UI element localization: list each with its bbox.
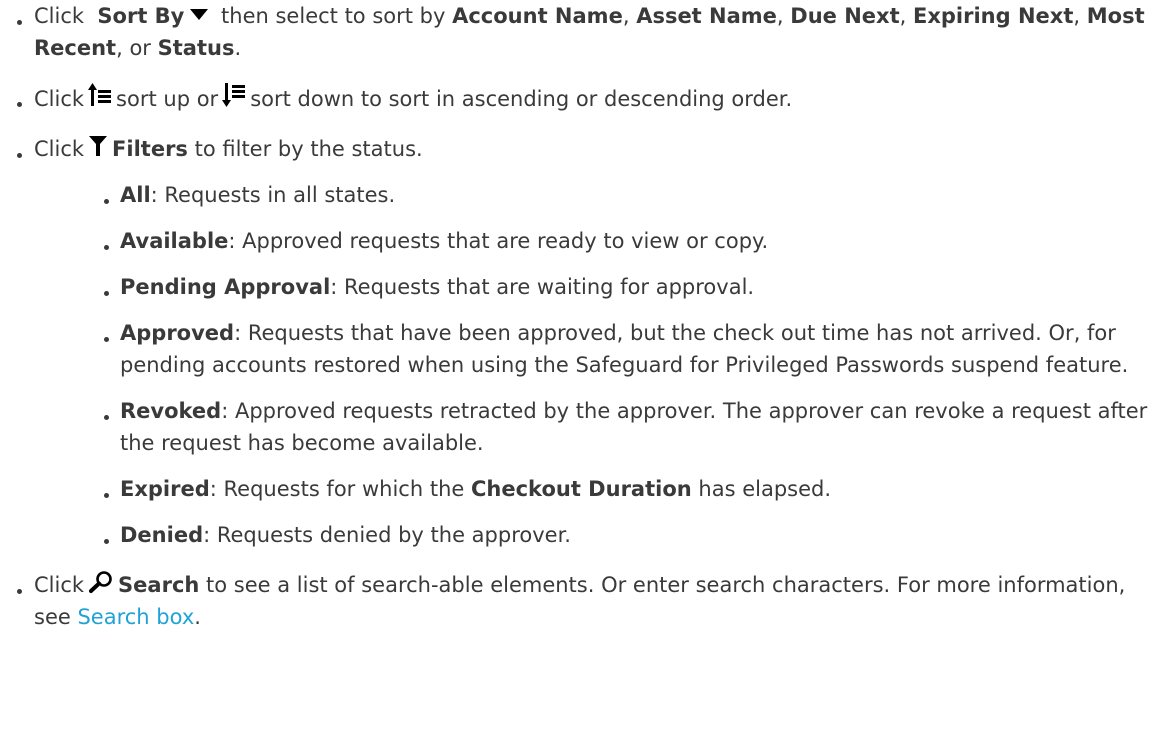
separator: , — [899, 4, 907, 28]
separator: , — [1073, 4, 1081, 28]
status-item-all: All: Requests in all states. — [34, 179, 1164, 211]
list-item-filters: Click Filters to filter by the status. Al… — [0, 133, 1164, 551]
instruction-list: Click Sort By then select to sort by Acc… — [0, 0, 1164, 633]
sort-option-account-name: Account Name — [452, 4, 623, 28]
period: . — [234, 36, 242, 60]
sort-option-due-next: Due Next — [790, 4, 900, 28]
sort-option-status: Status — [157, 36, 235, 60]
period: . — [194, 605, 201, 629]
sort-up-text: sort up or — [116, 87, 219, 111]
click-text: Click — [34, 87, 85, 111]
status-label: All — [120, 183, 151, 207]
separator: , — [622, 4, 630, 28]
status-label: Revoked — [120, 399, 222, 423]
click-text: Click — [34, 573, 85, 597]
status-item-revoked: Revoked: Approved requests retracted by … — [34, 395, 1164, 459]
status-desc: : Requests for which the — [209, 477, 465, 501]
filter-funnel-icon — [88, 134, 108, 158]
status-desc: : Requests in all states. — [150, 183, 396, 207]
list-item-search: Click Search to see a list of search-able… — [0, 569, 1164, 633]
status-desc: : Requests that are waiting for approval… — [330, 275, 755, 299]
list-item-sort-by: Click Sort By then select to sort by Acc… — [0, 0, 1164, 64]
search-magnifier-icon — [88, 570, 114, 594]
filters-label: Filters — [112, 137, 188, 161]
separator: , or — [116, 36, 151, 60]
status-list: All: Requests in all states. Available: … — [34, 179, 1164, 551]
status-item-expired: Expired: Requests for which the Checkout… — [34, 473, 1164, 505]
status-desc: : Approved requests retracted by the app… — [120, 399, 1148, 455]
status-item-pending-approval: Pending Approval: Requests that are wait… — [34, 271, 1164, 303]
sort-option-expiring-next: Expiring Next — [913, 4, 1074, 28]
status-item-denied: Denied: Requests denied by the approver. — [34, 519, 1164, 551]
sort-down-text: sort down to sort in ascending or descen… — [250, 87, 793, 111]
click-text: Click — [34, 137, 85, 161]
status-desc: : Approved requests that are ready to vi… — [228, 229, 769, 253]
status-label: Expired — [120, 477, 210, 501]
sort-text: then select to sort by — [221, 4, 446, 28]
checkout-duration-term: Checkout Duration — [471, 477, 692, 501]
list-item-sort-order: Click sort up or sort down to sort in asce… — [0, 82, 1164, 115]
status-item-approved: Approved: Requests that have been approv… — [34, 317, 1164, 381]
help-document: Click Sort By then select to sort by Acc… — [0, 0, 1164, 651]
status-label: Available — [120, 229, 229, 253]
status-label: Pending Approval — [120, 275, 331, 299]
click-text: Click — [34, 4, 85, 28]
search-box-link[interactable]: Search box — [77, 605, 194, 629]
status-label: Approved — [120, 321, 235, 345]
status-desc: : Requests denied by the approver. — [203, 523, 571, 547]
filters-text: to filter by the status. — [194, 137, 423, 161]
sort-up-icon — [88, 82, 112, 108]
sort-option-asset-name: Asset Name — [636, 4, 777, 28]
status-item-available: Available: Approved requests that are re… — [34, 225, 1164, 257]
sort-down-icon — [222, 82, 246, 108]
status-desc: : Requests that have been approved, but … — [120, 321, 1129, 377]
separator: , — [776, 4, 784, 28]
status-desc: has elapsed. — [698, 477, 832, 501]
sort-by-label: Sort By — [97, 4, 185, 28]
search-label: Search — [118, 573, 200, 597]
sort-dropdown-triangle-icon — [188, 5, 210, 25]
status-label: Denied — [120, 523, 204, 547]
